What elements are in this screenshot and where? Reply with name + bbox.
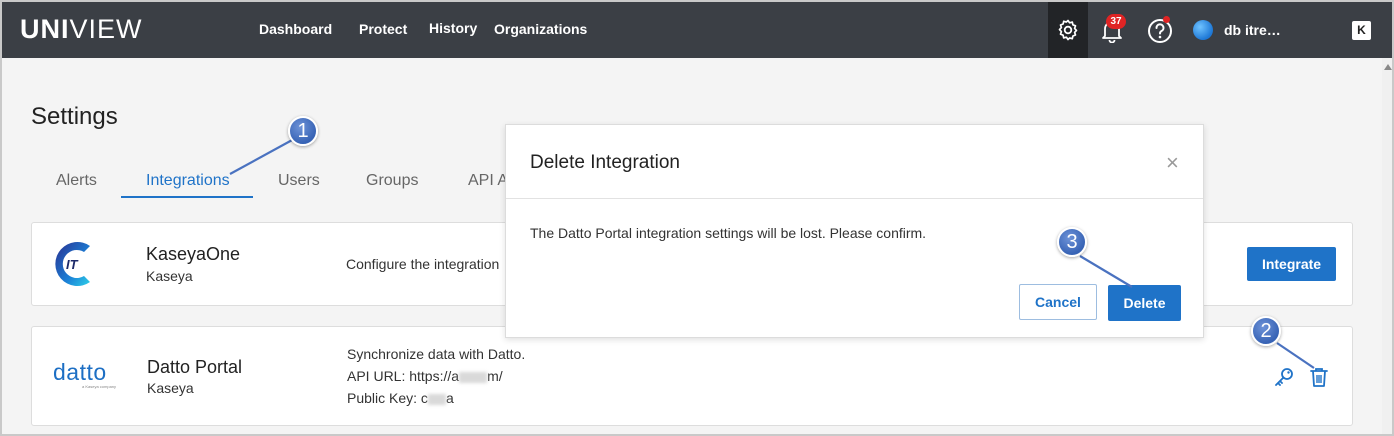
vertical-scrollbar[interactable] (1382, 58, 1392, 434)
close-icon[interactable]: × (1166, 152, 1179, 174)
callout-line-1 (229, 138, 295, 175)
tab-groups[interactable]: Groups (366, 172, 418, 190)
desc-sync-line: Synchronize data with Datto. (347, 346, 526, 362)
avatar[interactable] (1193, 20, 1213, 40)
public-key-label: Public Key: c (347, 390, 428, 406)
api-url-label: API URL: https://a (347, 368, 460, 384)
callout-badge-1: 1 (288, 116, 318, 146)
integration-vendor: Kaseya (146, 268, 193, 284)
trash-icon (1310, 368, 1328, 387)
cancel-button[interactable]: Cancel (1019, 284, 1097, 320)
nav-organizations[interactable]: Organizations (494, 21, 587, 37)
tab-alerts[interactable]: Alerts (56, 172, 97, 190)
active-tab-indicator (121, 196, 253, 198)
edit-key-button[interactable] (1273, 366, 1295, 393)
nav-protect[interactable]: Protect (359, 21, 407, 37)
notification-count-badge: 37 (1106, 14, 1126, 29)
callout-badge-2: 2 (1251, 316, 1281, 346)
help-alert-dot (1163, 16, 1170, 23)
uniview-logo[interactable]: UNIVIEW (20, 14, 143, 45)
integrate-button[interactable]: Integrate (1247, 247, 1336, 281)
tab-integrations[interactable]: Integrations (146, 172, 230, 190)
key-icon (1275, 368, 1293, 386)
gear-icon (1058, 19, 1078, 41)
public-key-end: a (445, 390, 454, 406)
delete-button[interactable]: Delete (1108, 285, 1181, 321)
integration-description: Synchronize data with Datto. API URL: ht… (347, 343, 525, 409)
redacted-value (427, 393, 446, 405)
page-title: Settings (31, 103, 118, 130)
svg-text:IT: IT (66, 257, 79, 272)
redacted-value (459, 371, 488, 383)
public-key-line: Public Key: c a (347, 387, 525, 409)
tab-users[interactable]: Users (278, 172, 320, 190)
api-url-end: m/ (487, 368, 503, 384)
integration-description: Configure the integration (346, 256, 500, 272)
help-icon (1148, 19, 1172, 43)
scroll-up-arrow-icon[interactable] (1384, 64, 1392, 70)
kaseya-switcher-icon[interactable]: K (1352, 21, 1371, 40)
datto-logo: datto (53, 359, 107, 385)
dialog-divider (506, 198, 1203, 199)
delete-integration-dialog: Delete Integration × The Datto Portal in… (505, 124, 1204, 338)
integration-name: Datto Portal (147, 357, 243, 377)
nav-history[interactable]: History (429, 20, 477, 36)
nav-dashboard[interactable]: Dashboard (259, 21, 332, 37)
kaseyaone-logo-icon: IT (55, 242, 90, 286)
tab-api[interactable]: API A (468, 172, 508, 190)
dialog-message: The Datto Portal integration settings wi… (530, 225, 927, 241)
callout-badge-3: 3 (1057, 227, 1087, 257)
integration-name: KaseyaOne (146, 244, 241, 264)
user-name-menu[interactable]: db itre… (1224, 22, 1281, 38)
top-navigation-bar: UNIVIEW Dashboard Protect History Organi… (2, 2, 1392, 58)
app-window: UNIVIEW Dashboard Protect History Organi… (0, 0, 1394, 436)
delete-integration-button[interactable] (1309, 366, 1329, 393)
datto-logo-tagline: a Kaseya company (82, 384, 117, 389)
help-button[interactable] (1147, 18, 1173, 49)
dialog-title: Delete Integration (530, 152, 680, 173)
integration-vendor: Kaseya (147, 380, 194, 396)
settings-gear-button[interactable] (1048, 2, 1088, 58)
api-url-line: API URL: https://a m/ (347, 365, 525, 387)
